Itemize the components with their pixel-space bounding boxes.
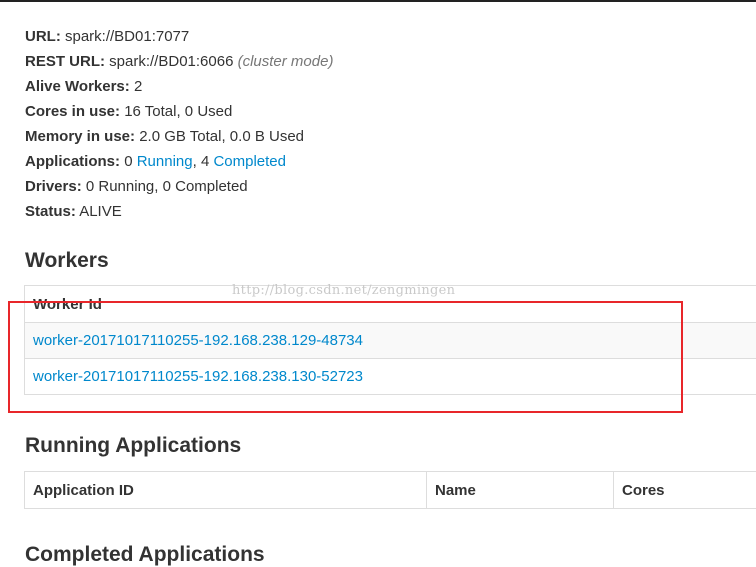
url-row: URL: spark://BD01:7077	[25, 24, 333, 49]
name-column-header[interactable]: Name	[427, 472, 614, 509]
worker-link[interactable]: worker-20171017110255-192.168.238.130-52…	[33, 368, 363, 385]
table-header-row: Application ID Name Cores	[25, 472, 756, 509]
applications-completed-link[interactable]: Completed	[213, 153, 286, 170]
rest-url-note: (cluster mode)	[238, 53, 334, 70]
table-row: worker-20171017110255-192.168.238.130-52…	[25, 359, 756, 395]
cores-column-header[interactable]: Cores	[614, 472, 756, 509]
cores-label: Cores in use:	[25, 103, 120, 120]
alive-workers-label: Alive Workers:	[25, 78, 130, 95]
memory-label: Memory in use:	[25, 128, 135, 145]
drivers-value: 0 Running, 0 Completed	[86, 178, 248, 195]
memory-value: 2.0 GB Total, 0.0 B Used	[139, 128, 304, 145]
master-summary: URL: spark://BD01:7077 REST URL: spark:/…	[25, 24, 333, 224]
completed-applications-heading: Completed Applications	[25, 543, 265, 567]
top-border	[0, 0, 756, 2]
rest-url-value: spark://BD01:6066	[109, 53, 233, 70]
table-row: worker-20171017110255-192.168.238.129-48…	[25, 323, 756, 359]
url-value: spark://BD01:7077	[65, 28, 189, 45]
applications-completed-count: 4	[201, 153, 209, 170]
cores-value: 16 Total, 0 Used	[124, 103, 232, 120]
workers-heading: Workers	[25, 249, 109, 273]
worker-cell: worker-20171017110255-192.168.238.130-52…	[25, 359, 756, 395]
status-label: Status:	[25, 203, 76, 220]
applications-running-count: 0	[124, 153, 132, 170]
applications-row: Applications: 0 Running, 4 Completed	[25, 149, 333, 174]
drivers-row: Drivers: 0 Running, 0 Completed	[25, 174, 333, 199]
alive-workers-value: 2	[134, 78, 142, 95]
cores-row: Cores in use: 16 Total, 0 Used	[25, 99, 333, 124]
application-id-column-header[interactable]: Application ID	[25, 472, 427, 509]
memory-row: Memory in use: 2.0 GB Total, 0.0 B Used	[25, 124, 333, 149]
running-applications-table: Application ID Name Cores	[24, 471, 756, 509]
worker-link[interactable]: worker-20171017110255-192.168.238.129-48…	[33, 332, 363, 349]
url-label: URL:	[25, 28, 61, 45]
status-value: ALIVE	[79, 203, 122, 220]
applications-running-link[interactable]: Running	[137, 153, 193, 170]
worker-cell: worker-20171017110255-192.168.238.129-48…	[25, 323, 756, 359]
applications-label: Applications:	[25, 153, 120, 170]
rest-url-row: REST URL: spark://BD01:6066 (cluster mod…	[25, 49, 333, 74]
alive-workers-row: Alive Workers: 2	[25, 74, 333, 99]
rest-url-label: REST URL:	[25, 53, 105, 70]
status-row: Status: ALIVE	[25, 199, 333, 224]
running-applications-heading: Running Applications	[25, 434, 241, 458]
workers-table: Worker Id worker-20171017110255-192.168.…	[24, 285, 756, 395]
watermark: http://blog.csdn.net/zengmingen	[232, 283, 455, 298]
drivers-label: Drivers:	[25, 178, 82, 195]
